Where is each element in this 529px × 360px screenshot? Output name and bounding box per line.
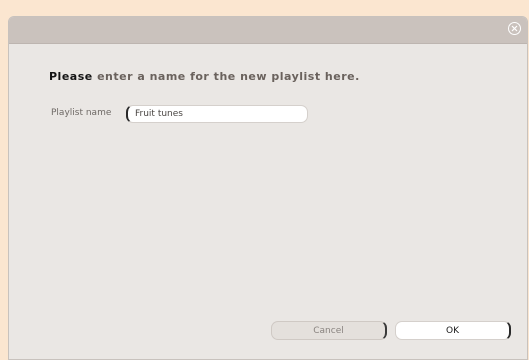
dialog-titlebar [9, 17, 527, 44]
heading-emphasis: Please [49, 70, 93, 83]
cancel-button[interactable]: Cancel [271, 321, 387, 340]
dialog-heading: Please enter a name for the new playlist… [49, 70, 360, 83]
ok-button[interactable]: OK [395, 321, 511, 340]
playlist-name-input[interactable] [126, 105, 308, 123]
new-playlist-dialog: Please enter a name for the new playlist… [8, 16, 528, 360]
close-icon [511, 25, 518, 32]
close-button[interactable] [508, 22, 521, 35]
playlist-name-label: Playlist name [51, 108, 112, 118]
heading-text: enter a name for the new playlist here. [92, 70, 360, 83]
